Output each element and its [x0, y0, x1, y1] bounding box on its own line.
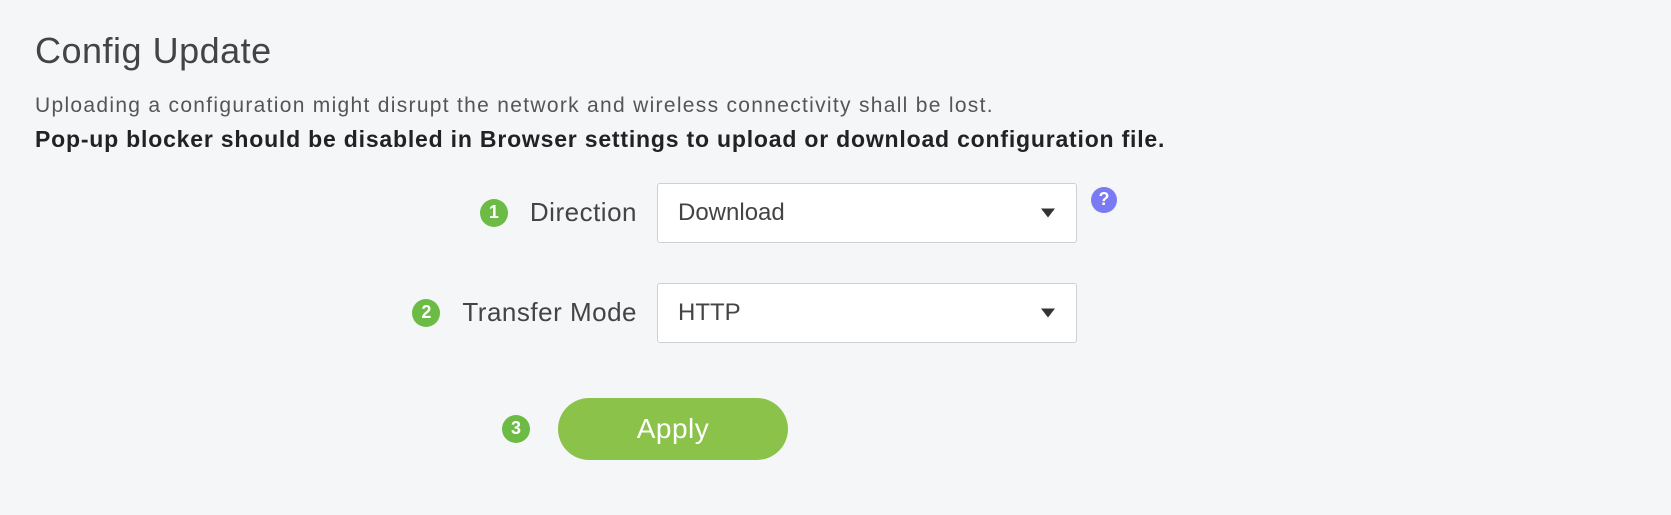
- description-text: Uploading a configuration might disrupt …: [35, 90, 1636, 122]
- step-badge-2: 2: [412, 299, 440, 327]
- transfer-mode-label-block: 2 Transfer Mode: [35, 297, 657, 328]
- page-title: Config Update: [35, 30, 1636, 72]
- transfer-mode-row: 2 Transfer Mode HTTP: [35, 283, 1636, 343]
- step-badge-3: 3: [502, 415, 530, 443]
- warning-text: Pop-up blocker should be disabled in Bro…: [35, 126, 1636, 153]
- transfer-mode-select-wrapper: HTTP: [657, 283, 1077, 343]
- step-badge-1: 1: [480, 199, 508, 227]
- config-form: 1 Direction Download ? 2 Transfer Mode H…: [35, 183, 1636, 460]
- direction-row: 1 Direction Download ?: [35, 183, 1636, 243]
- transfer-mode-select[interactable]: HTTP: [657, 283, 1077, 343]
- direction-label-block: 1 Direction: [35, 197, 657, 228]
- direction-select-wrapper: Download: [657, 183, 1077, 243]
- action-row: 3 Apply: [35, 398, 1636, 460]
- help-icon[interactable]: ?: [1091, 187, 1117, 213]
- apply-button[interactable]: Apply: [558, 398, 788, 460]
- direction-label: Direction: [530, 197, 637, 228]
- transfer-mode-label: Transfer Mode: [462, 297, 637, 328]
- direction-select[interactable]: Download: [657, 183, 1077, 243]
